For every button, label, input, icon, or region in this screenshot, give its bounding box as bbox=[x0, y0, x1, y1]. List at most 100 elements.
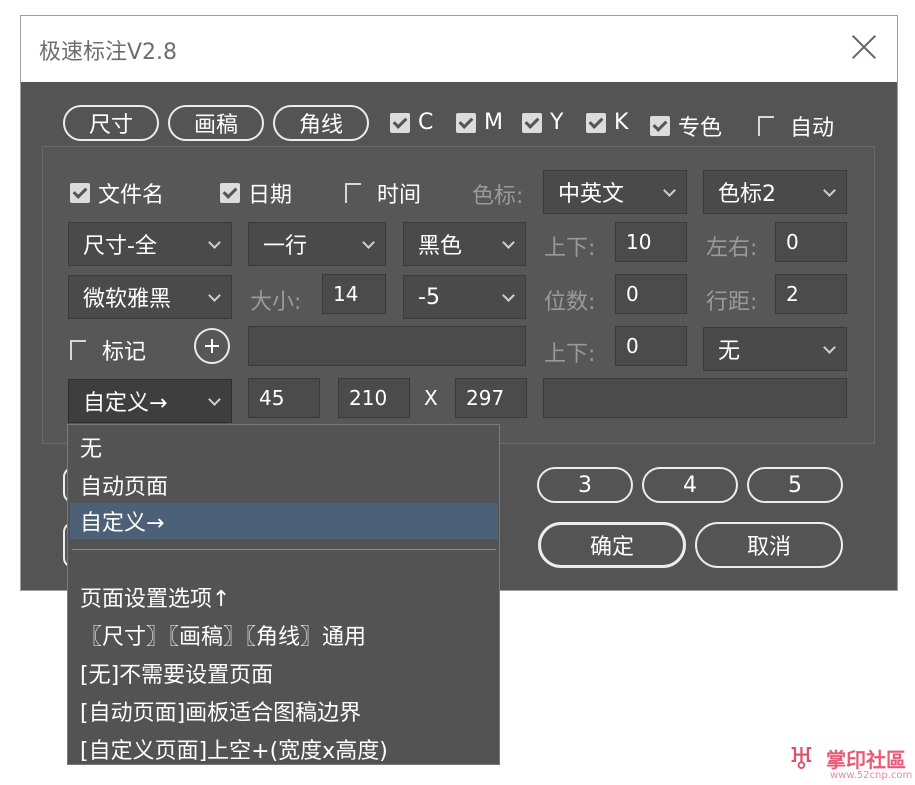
checkbox-m-label: M bbox=[484, 110, 503, 135]
chevron-down-icon bbox=[502, 289, 515, 302]
font-select[interactable]: 微软雅黑 bbox=[68, 275, 232, 319]
dropdown-description-line: 页面设置选项↑ bbox=[80, 587, 231, 612]
dropdown-option-none[interactable]: 无 bbox=[68, 429, 501, 465]
dropdown-description-line: 〖尺寸〗〖画稿〗〖角线〗通用 bbox=[80, 625, 367, 650]
chevron-down-icon bbox=[208, 289, 221, 302]
width-input[interactable]: 210 bbox=[338, 378, 410, 418]
chevron-down-icon bbox=[823, 184, 836, 197]
leftright-label: 左右: bbox=[706, 236, 758, 261]
chevron-down-icon bbox=[208, 236, 221, 249]
chevron-down-icon bbox=[663, 184, 676, 197]
checkbox-k[interactable]: K bbox=[586, 110, 628, 135]
color-mark-style-value: 色标2 bbox=[718, 182, 776, 207]
linespace-input[interactable]: 2 bbox=[775, 274, 847, 314]
site-watermark: ♅ 掌印社區 www.52cnp.com bbox=[788, 742, 913, 785]
color-mark-lang-value: 中英文 bbox=[558, 182, 625, 207]
text-color-select[interactable]: 黑色 bbox=[403, 222, 526, 266]
size-label: 大小: bbox=[250, 290, 302, 315]
chevron-down-icon bbox=[362, 236, 375, 249]
dropdown-description-line: [自动页面]画板适合图稿边界 bbox=[80, 701, 362, 726]
chevron-down-icon bbox=[823, 341, 836, 354]
checkbox-mark-label: 标记 bbox=[102, 340, 147, 365]
watermark-text: 掌印社區 bbox=[826, 748, 906, 772]
checkbox-spot[interactable]: 专色 bbox=[650, 110, 722, 142]
lines-select[interactable]: 一行 bbox=[248, 222, 386, 266]
mark-option-select[interactable]: 无 bbox=[703, 327, 847, 371]
page-mode-select[interactable]: 自定义→ bbox=[68, 379, 232, 423]
window-title: 极速标注V2.8 bbox=[39, 40, 178, 65]
offset-select[interactable]: -5 bbox=[403, 275, 526, 319]
size-mode-value: 尺寸-全 bbox=[83, 234, 157, 259]
checkbox-k-label: K bbox=[614, 110, 629, 135]
checkbox-checked-icon bbox=[522, 112, 542, 133]
preset-5-button[interactable]: 5 bbox=[747, 467, 843, 503]
chevron-down-icon bbox=[502, 236, 515, 249]
leftright-input[interactable]: 0 bbox=[775, 222, 847, 262]
checkbox-spot-label: 专色 bbox=[678, 116, 723, 141]
lines-value: 一行 bbox=[263, 234, 308, 259]
checkbox-m[interactable]: M bbox=[456, 110, 503, 135]
digits-input[interactable]: 0 bbox=[615, 274, 687, 314]
size-button[interactable]: 尺寸 bbox=[63, 105, 159, 141]
checkbox-date-label: 日期 bbox=[248, 183, 293, 208]
top-space-input[interactable]: 45 bbox=[248, 378, 320, 418]
watermark-url: www.52cnp.com bbox=[830, 770, 913, 781]
ok-button[interactable]: 确定 bbox=[538, 522, 686, 568]
close-icon[interactable] bbox=[851, 34, 877, 60]
checkbox-checked-icon bbox=[456, 112, 476, 133]
height-input[interactable]: 297 bbox=[455, 378, 527, 418]
checkbox-y[interactable]: Y bbox=[522, 110, 563, 135]
digits-label: 位数: bbox=[544, 290, 596, 315]
checkbox-time-label: 时间 bbox=[377, 183, 422, 208]
checkbox-filename[interactable]: 文件名 bbox=[70, 177, 164, 209]
title-bar: 极速标注V2.8 bbox=[21, 16, 897, 82]
updown-input[interactable]: 10 bbox=[615, 222, 687, 262]
checkbox-checked-icon bbox=[390, 112, 410, 133]
page-mode-value: 自定义→ bbox=[83, 391, 168, 416]
linespace-label: 行距: bbox=[706, 290, 758, 315]
watermark-logo-icon: ♅ bbox=[788, 742, 815, 777]
preset-4-button[interactable]: 4 bbox=[642, 467, 738, 503]
color-mark-label: 色标: bbox=[472, 184, 524, 209]
dropdown-option-custom[interactable]: 自定义→ bbox=[70, 503, 498, 539]
checkbox-unchecked-icon bbox=[345, 183, 361, 203]
checkbox-y-label: Y bbox=[550, 110, 564, 135]
extra-input[interactable] bbox=[543, 378, 847, 418]
checkbox-time[interactable]: 时间 bbox=[345, 177, 421, 209]
size-mode-select[interactable]: 尺寸-全 bbox=[68, 222, 232, 266]
font-size-input[interactable]: 14 bbox=[322, 274, 386, 314]
preset-3-button[interactable]: 3 bbox=[537, 467, 633, 503]
checkbox-filename-label: 文件名 bbox=[98, 183, 165, 208]
color-mark-style-select[interactable]: 色标2 bbox=[703, 170, 847, 214]
page-mode-dropdown: 无 自动页面 自定义→ 页面设置选项↑ 〖尺寸〗〖画稿〗〖角线〗通用 [无]不需… bbox=[67, 424, 500, 765]
checkbox-c-label: C bbox=[418, 110, 434, 135]
times-label: X bbox=[424, 386, 438, 410]
offset-value: -5 bbox=[418, 284, 440, 310]
artwork-button[interactable]: 画稿 bbox=[168, 105, 264, 141]
checkbox-unchecked-icon bbox=[758, 116, 774, 136]
dropdown-description-line: [无]不需要设置页面 bbox=[80, 663, 274, 688]
checkbox-mark[interactable]: 标记 bbox=[70, 334, 146, 366]
font-value: 微软雅黑 bbox=[83, 287, 172, 312]
cancel-button[interactable]: 取消 bbox=[695, 522, 843, 568]
checkbox-c[interactable]: C bbox=[390, 110, 433, 135]
chevron-down-icon bbox=[208, 393, 221, 406]
checkbox-auto[interactable]: 自动 bbox=[758, 110, 834, 142]
cropmark-button[interactable]: 角线 bbox=[273, 105, 369, 141]
color-mark-lang-select[interactable]: 中英文 bbox=[543, 170, 687, 214]
add-mark-button[interactable] bbox=[194, 328, 230, 364]
mark-updown-label: 上下: bbox=[544, 342, 596, 367]
checkbox-checked-icon bbox=[586, 112, 606, 133]
mark-text-input[interactable] bbox=[248, 326, 526, 366]
checkbox-auto-label: 自动 bbox=[790, 116, 835, 141]
dropdown-separator bbox=[72, 549, 496, 550]
checkbox-checked-icon bbox=[650, 116, 670, 136]
mark-option-value: 无 bbox=[718, 339, 741, 364]
updown-label: 上下: bbox=[544, 236, 596, 261]
checkbox-unchecked-icon bbox=[70, 340, 86, 360]
mark-updown-input[interactable]: 0 bbox=[615, 326, 687, 366]
dropdown-option-auto[interactable]: 自动页面 bbox=[68, 467, 501, 503]
text-color-value: 黑色 bbox=[418, 234, 463, 259]
checkbox-date[interactable]: 日期 bbox=[220, 177, 292, 209]
checkbox-checked-icon bbox=[70, 183, 90, 203]
